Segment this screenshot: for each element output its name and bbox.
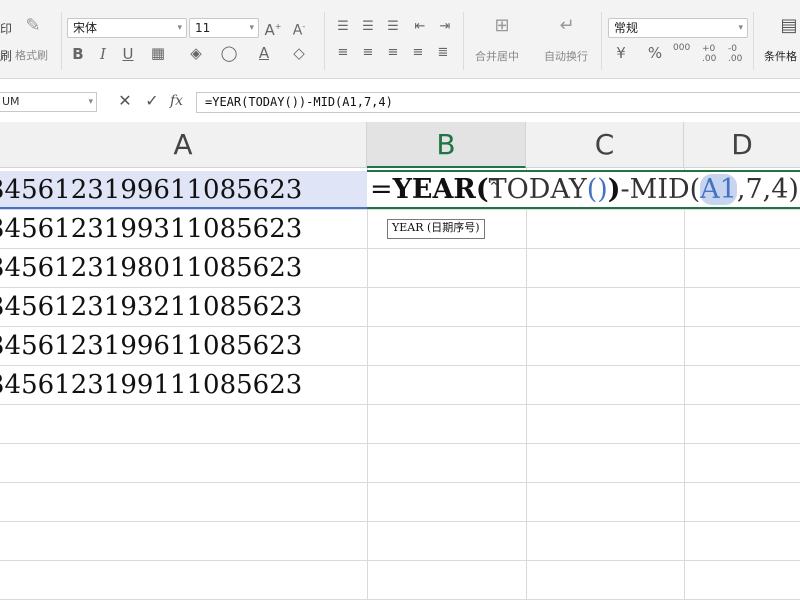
fill-color-icon[interactable]: ◈	[185, 45, 207, 61]
formula-paren: (	[475, 174, 489, 205]
chevron-down-icon: ▾	[738, 23, 743, 33]
cell-a2[interactable]: 3456123199311085623	[0, 210, 367, 248]
italic-button[interactable]: I	[95, 46, 111, 62]
merge-center-button[interactable]: 合并居中	[475, 48, 519, 64]
cancel-icon[interactable]: ✕	[117, 93, 133, 109]
ribbon-toolbar: 印 刷 ✎ 格式刷 宋体 ▾ 11 ▾ A+ A- B I U ▦ ◈ ◯ A …	[0, 0, 800, 79]
separator	[601, 12, 602, 70]
column-header-b[interactable]: B	[367, 122, 526, 168]
formula-fn-mid: -MID(	[620, 174, 701, 205]
align-right-icon[interactable]: ≡	[385, 45, 401, 61]
bold-button[interactable]: B	[70, 46, 86, 62]
name-box-value: UM	[2, 95, 20, 108]
cell-value: 3456123193211085623	[0, 292, 303, 322]
merge-center-icon[interactable]: ⊞	[490, 17, 514, 35]
font-color-icon[interactable]: A	[253, 45, 275, 61]
cell-value: 3456123198011085623	[0, 253, 303, 283]
increase-font-icon[interactable]: A+	[264, 19, 282, 38]
column-header-c[interactable]: C	[526, 122, 684, 168]
chevron-down-icon[interactable]: ▾	[88, 93, 93, 111]
text-cursor-icon: ⌅	[488, 173, 500, 189]
separator	[61, 12, 62, 70]
bucket-icon[interactable]: ◯	[218, 45, 240, 61]
separator	[753, 12, 754, 70]
formula-fn-year: YEAR	[392, 174, 476, 205]
gridline	[367, 168, 368, 600]
name-box[interactable]: UM ▾	[0, 92, 97, 112]
formula-paren: )	[607, 174, 621, 205]
separator	[463, 12, 464, 70]
gridline	[0, 560, 800, 561]
align-bottom-icon[interactable]: ☰	[385, 19, 401, 35]
conditional-format-icon[interactable]: ▤	[778, 17, 800, 35]
separator	[324, 12, 325, 70]
formula-fn-today: TODAY	[488, 174, 587, 205]
cell-a4[interactable]: 3456123193211085623	[0, 288, 367, 326]
formula-args: ,7,4)	[736, 174, 799, 205]
format-painter-button[interactable]: 格式刷	[15, 47, 48, 63]
cell-value: 3456123199311085623	[0, 214, 303, 244]
formula-paren: ()	[586, 174, 608, 205]
justify-icon[interactable]: ≡	[410, 45, 426, 61]
decrease-font-icon[interactable]: A-	[290, 19, 308, 39]
cell-value: 3456123199611085623	[0, 175, 303, 205]
cell-a6[interactable]: 3456123199111085623	[0, 366, 367, 404]
chevron-down-icon: ▾	[177, 23, 182, 33]
wrap-text-button[interactable]: 自动换行	[544, 48, 588, 64]
gridline	[0, 443, 800, 444]
increase-decimal-button[interactable]: +0 .00	[702, 44, 722, 64]
align-middle-icon[interactable]: ☰	[360, 19, 376, 35]
gridline	[0, 521, 800, 522]
underline-button[interactable]: U	[120, 46, 136, 62]
confirm-icon[interactable]: ✓	[144, 93, 160, 109]
percent-button[interactable]: %	[646, 45, 664, 61]
cell-value: 3456123199611085623	[0, 331, 303, 361]
thousands-button[interactable]: 000	[673, 44, 690, 53]
insert-function-button[interactable]: fx	[170, 93, 183, 109]
chevron-down-icon: ▾	[249, 23, 254, 33]
gridline	[0, 404, 800, 405]
gridline	[684, 168, 685, 600]
paste-label[interactable]: 印	[0, 20, 12, 37]
currency-icon[interactable]: ¥	[612, 45, 630, 61]
font-name-select[interactable]: 宋体 ▾	[67, 18, 187, 38]
font-name-value: 宋体	[73, 21, 98, 35]
print-label[interactable]: 刷	[0, 47, 12, 64]
formula-input[interactable]: =YEAR(TODAY())-MID(A1,7,4)	[196, 92, 800, 113]
format-painter-icon[interactable]: ✎	[24, 17, 42, 35]
font-size-value: 11	[195, 21, 211, 35]
borders-icon[interactable]: ▦	[147, 45, 169, 61]
thousands-label: 000	[673, 43, 691, 53]
font-size-select[interactable]: 11 ▾	[189, 18, 259, 38]
cell-a3[interactable]: 3456123198011085623	[0, 249, 367, 287]
align-top-icon[interactable]: ☰	[335, 19, 351, 35]
align-center-icon[interactable]: ≡	[360, 45, 376, 61]
gridline	[526, 168, 527, 600]
number-format-value: 常规	[614, 21, 639, 35]
formula-cell-reference: A1	[700, 174, 737, 205]
conditional-format-button[interactable]: 条件格	[764, 48, 797, 64]
number-format-select[interactable]: 常规 ▾	[608, 18, 748, 38]
cell-a1[interactable]: 3456123199611085623	[0, 171, 367, 209]
cell-a5[interactable]: 3456123199611085623	[0, 327, 367, 365]
column-header-a[interactable]: A	[0, 122, 367, 168]
cell-value: 3456123199111085623	[0, 370, 303, 400]
cell-b1-editor[interactable]: =YEAR(TODAY())-MID(A1,7,4)	[367, 170, 800, 209]
decrease-decimal-button[interactable]: -0 .00	[728, 44, 748, 64]
gridline	[0, 482, 800, 483]
function-tooltip: YEAR (日期序号)	[387, 219, 485, 239]
column-header-d[interactable]: D	[684, 122, 800, 168]
indent-increase-icon[interactable]: ⇥	[437, 19, 453, 35]
wrap-text-icon[interactable]: ↵	[555, 17, 579, 35]
eraser-icon[interactable]: ◇	[288, 45, 310, 61]
distributed-icon[interactable]: ≣	[435, 45, 451, 61]
formula-equals: =	[370, 174, 393, 205]
indent-decrease-icon[interactable]: ⇤	[412, 19, 428, 35]
align-left-icon[interactable]: ≡	[335, 45, 351, 61]
